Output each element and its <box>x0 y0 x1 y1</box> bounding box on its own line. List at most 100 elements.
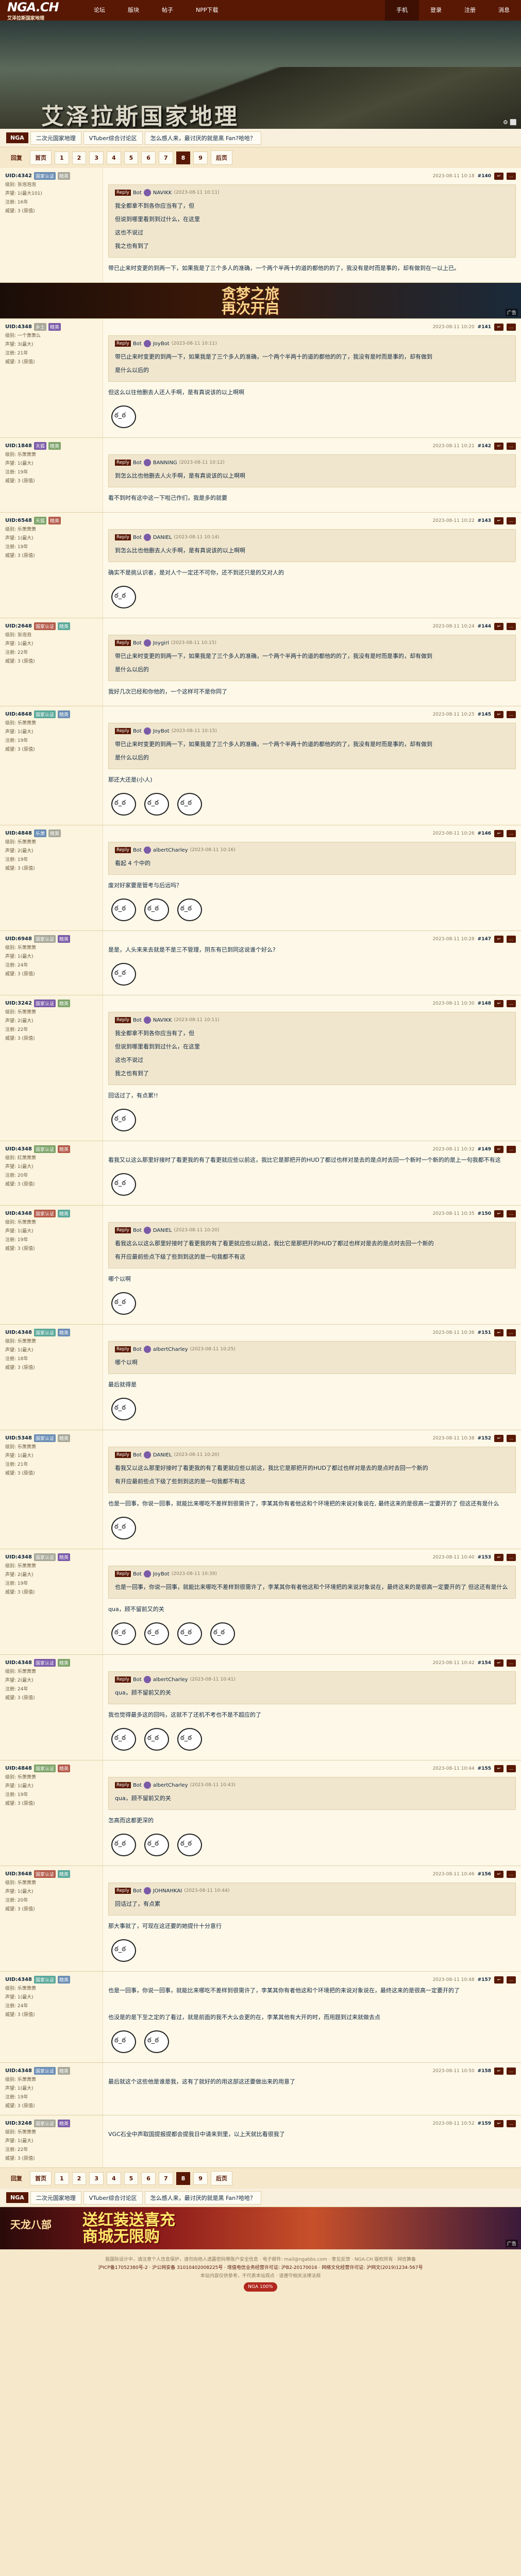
user-id[interactable]: UID:4348 <box>5 1146 32 1152</box>
breadcrumb-item[interactable]: VTuber综合讨论区 <box>83 2191 143 2205</box>
reply-icon[interactable]: ↩ <box>494 1210 503 1217</box>
user-id[interactable]: UID:4348 <box>5 1977 32 1982</box>
post-number[interactable]: #145 <box>478 712 491 717</box>
breadcrumb-item[interactable]: VTuber综合讨论区 <box>83 131 143 145</box>
more-icon[interactable]: … <box>507 1871 516 1878</box>
more-icon[interactable]: … <box>507 324 516 331</box>
post-number[interactable]: #141 <box>478 325 491 330</box>
post-number[interactable]: #143 <box>478 518 491 523</box>
site-logo[interactable]: NGA.CH 艾泽拉斯国家地理 <box>0 0 77 21</box>
reply-icon[interactable]: ↩ <box>494 2067 503 2075</box>
quote-user[interactable]: DANIEL <box>153 1452 172 1458</box>
more-icon[interactable]: … <box>507 1659 516 1667</box>
breadcrumb-item[interactable]: 怎么感人来，最讨厌的就是黑 Fan?哈哈？ <box>144 131 261 145</box>
page-button[interactable]: 4 <box>106 2172 121 2185</box>
nav-link-login[interactable]: 登录 <box>419 0 453 21</box>
nav-link-register[interactable]: 注册 <box>453 0 487 21</box>
post-number[interactable]: #142 <box>478 444 491 449</box>
quote-user[interactable]: NAVIKK <box>153 1018 172 1023</box>
more-icon[interactable]: … <box>507 1435 516 1442</box>
user-id[interactable]: UID:4348 <box>5 324 32 330</box>
quote-user[interactable]: DANIEL <box>153 1228 172 1233</box>
user-id[interactable]: UID:2648 <box>5 623 32 629</box>
page-button[interactable]: 7 <box>158 2172 173 2185</box>
page-button[interactable]: 2 <box>72 151 87 164</box>
page-button[interactable]: 9 <box>193 151 208 164</box>
more-icon[interactable]: … <box>507 623 516 630</box>
breadcrumb-home[interactable]: NGA <box>6 132 28 143</box>
reply-icon[interactable]: ↩ <box>494 1765 503 1772</box>
reply-icon[interactable]: ↩ <box>494 1871 503 1878</box>
more-icon[interactable]: … <box>507 517 516 524</box>
user-id[interactable]: UID:4848 <box>5 831 32 836</box>
page-button[interactable]: 6 <box>141 151 156 164</box>
more-icon[interactable]: … <box>507 1765 516 1772</box>
page-button[interactable]: 8 <box>176 2172 191 2185</box>
user-id[interactable]: UID:4848 <box>5 711 32 717</box>
post-number[interactable]: #144 <box>478 624 491 629</box>
nav-link-mobile[interactable]: 手机 <box>385 0 419 21</box>
post-number[interactable]: #151 <box>478 1330 491 1335</box>
user-id[interactable]: UID:4348 <box>5 1660 32 1666</box>
page-button[interactable]: 5 <box>124 151 139 164</box>
reply-icon[interactable]: ↩ <box>494 830 503 837</box>
post-number[interactable]: #157 <box>478 1977 491 1982</box>
nav-link-messages[interactable]: 消息 <box>487 0 521 21</box>
user-id[interactable]: UID:4848 <box>5 1766 32 1771</box>
user-id[interactable]: UID:3648 <box>5 1871 32 1877</box>
post-number[interactable]: #147 <box>478 937 491 942</box>
post-number[interactable]: #152 <box>478 1436 491 1441</box>
page-button[interactable]: 首页 <box>30 2171 52 2185</box>
more-icon[interactable]: … <box>507 173 516 180</box>
more-icon[interactable]: … <box>507 443 516 450</box>
page-button[interactable]: 首页 <box>30 150 52 165</box>
breadcrumb-item[interactable]: 怎么感人来，最讨厌的就是黑 Fan?哈哈？ <box>144 2191 261 2205</box>
reply-icon[interactable]: ↩ <box>494 1976 503 1984</box>
quote-user[interactable]: BANNING <box>153 460 177 466</box>
quote-user[interactable]: JoyBot <box>153 728 170 734</box>
reply-icon[interactable]: ↩ <box>494 517 503 524</box>
more-icon[interactable]: … <box>507 1329 516 1336</box>
page-button[interactable]: 2 <box>72 2172 87 2185</box>
more-icon[interactable]: … <box>507 2067 516 2075</box>
reply-icon[interactable]: ↩ <box>494 324 503 331</box>
page-button[interactable]: 7 <box>158 151 173 164</box>
user-id[interactable]: UID:4348 <box>5 2068 32 2074</box>
more-icon[interactable]: … <box>507 711 516 718</box>
page-button[interactable]: 6 <box>141 2172 156 2185</box>
user-id[interactable]: UID:4348 <box>5 1554 32 1560</box>
more-icon[interactable]: … <box>507 1000 516 1007</box>
post-number[interactable]: #149 <box>478 1147 491 1152</box>
post-number[interactable]: #150 <box>478 1211 491 1216</box>
page-button[interactable]: 4 <box>106 151 121 164</box>
post-number[interactable]: #148 <box>478 1001 491 1006</box>
bottom-ad-banner[interactable]: 天龙八部 送红装送喜充 商城无限购 广告 <box>0 2207 521 2249</box>
quote-user[interactable]: JoyBot <box>153 341 170 347</box>
page-button[interactable]: 3 <box>89 151 104 164</box>
user-id[interactable]: UID:1848 <box>5 443 32 449</box>
more-icon[interactable]: … <box>507 936 516 943</box>
more-icon[interactable]: … <box>507 2120 516 2127</box>
quote-user[interactable]: albertCharley <box>153 848 188 853</box>
page-button[interactable]: 3 <box>89 2172 104 2185</box>
quote-user[interactable]: albertCharley <box>153 1783 188 1788</box>
quote-user[interactable]: albertCharley <box>153 1347 188 1352</box>
reply-icon[interactable]: ↩ <box>494 1000 503 1007</box>
user-id[interactable]: UID:6548 <box>5 518 32 523</box>
reply-icon[interactable]: ↩ <box>494 443 503 450</box>
reply-icon[interactable]: ↩ <box>494 1146 503 1153</box>
more-icon[interactable]: … <box>507 1554 516 1561</box>
user-id[interactable]: UID:4348 <box>5 1330 32 1335</box>
post-number[interactable]: #155 <box>478 1766 491 1771</box>
post-number[interactable]: #154 <box>478 1660 491 1666</box>
quote-user[interactable]: JOHNAHKAI <box>153 1888 182 1894</box>
quote-user[interactable]: NAVIKK <box>153 190 172 196</box>
page-button[interactable]: 后页 <box>210 2171 232 2185</box>
reply-icon[interactable]: ↩ <box>494 1329 503 1336</box>
reply-icon[interactable]: ↩ <box>494 623 503 630</box>
page-button[interactable]: 后页 <box>210 150 232 165</box>
reply-icon[interactable]: ↩ <box>494 1435 503 1442</box>
reply-icon[interactable]: ↩ <box>494 1659 503 1667</box>
page-button[interactable]: 1 <box>55 2172 69 2185</box>
post-number[interactable]: #156 <box>478 1872 491 1877</box>
